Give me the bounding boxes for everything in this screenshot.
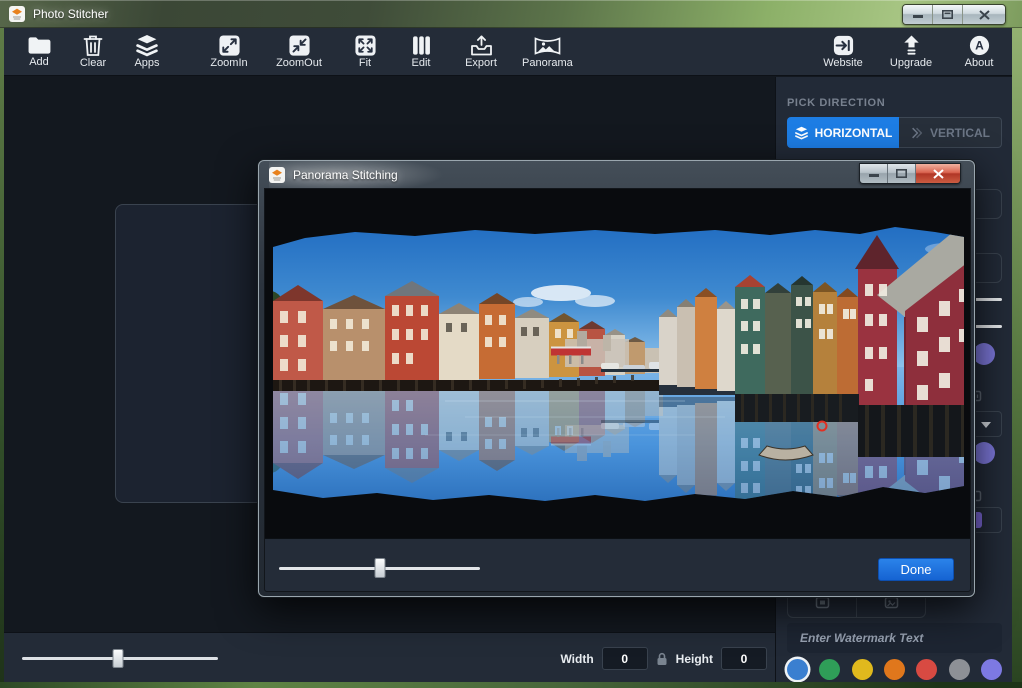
toolbar-right-group: Website Upgrade A About	[820, 29, 1002, 75]
toolbar-label: About	[965, 58, 994, 69]
color-swatch-red[interactable]	[916, 659, 937, 680]
main-toolbar: Add Clear Apps ZoomIn ZoomOut Fit Edit	[4, 28, 1012, 76]
zoom-in-icon	[218, 34, 241, 57]
color-swatch-purple[interactable]	[981, 659, 1002, 680]
toolbar-button-edit[interactable]: Edit	[398, 29, 444, 75]
dialog-title: Panorama Stitching	[293, 168, 398, 182]
dialog-bottom-bar: Done	[265, 538, 971, 592]
toolbar-button-upgrade[interactable]: Upgrade	[888, 29, 934, 75]
main-window-controls	[902, 4, 1006, 25]
toolbar-label: Clear	[80, 58, 106, 69]
layers-icon	[794, 126, 809, 140]
color-swatch-blue[interactable]	[787, 659, 808, 680]
toolbar-label: Edit	[412, 58, 431, 69]
dimensions-group: Width Height	[560, 647, 767, 670]
toolbar-button-add[interactable]: Add	[16, 29, 62, 75]
vertical-button[interactable]: VERTICAL	[899, 117, 1002, 148]
fit-screen-icon	[354, 34, 377, 57]
toolbar-label: Fit	[359, 58, 371, 69]
toolbar-label: Add	[29, 57, 49, 68]
dialog-minimize-button[interactable]	[860, 164, 888, 183]
chevrons-right-icon	[910, 126, 924, 140]
trash-icon	[82, 34, 104, 57]
layers-icon	[134, 34, 160, 57]
toolbar-label: Upgrade	[890, 58, 932, 69]
main-titlebar[interactable]: Photo Stitcher	[0, 0, 1022, 28]
horizontal-label: HORIZONTAL	[815, 126, 893, 140]
toolbar-label: ZoomOut	[276, 58, 322, 69]
about-icon: A	[968, 34, 991, 57]
toolbar-button-export[interactable]: Export	[458, 29, 504, 75]
minimize-button[interactable]	[903, 5, 933, 24]
panorama-image	[265, 189, 971, 538]
export-icon	[469, 34, 494, 57]
dialog-maximize-button[interactable]	[888, 164, 916, 183]
preview-zoom-slider[interactable]	[279, 558, 480, 578]
photo-stitcher-window: Photo Stitcher Add Clear Apps ZoomIn Zoo…	[0, 0, 1022, 688]
pick-direction-label: PICK DIRECTION	[787, 97, 885, 109]
direction-toggle: HORIZONTAL VERTICAL	[787, 117, 1002, 148]
width-input[interactable]	[602, 647, 648, 670]
color-swatch-yellow[interactable]	[852, 659, 873, 680]
upload-arrow-icon	[900, 34, 923, 57]
toolbar-button-fit[interactable]: Fit	[342, 29, 388, 75]
vertical-label: VERTICAL	[930, 126, 990, 140]
dialog-close-button[interactable]	[916, 164, 960, 183]
panorama-stitching-dialog: Panorama Stitching	[258, 160, 975, 597]
toolbar-button-about[interactable]: A About	[956, 29, 1002, 75]
color-preview-dot[interactable]	[973, 343, 995, 365]
folder-icon	[27, 35, 52, 56]
canvas-zoom-slider[interactable]	[22, 649, 218, 668]
toolbar-label: Panorama	[522, 58, 573, 69]
color-swatch-orange[interactable]	[884, 659, 905, 680]
done-button[interactable]: Done	[878, 558, 954, 581]
dialog-titlebar[interactable]: Panorama Stitching	[259, 161, 974, 188]
app-logo-icon	[269, 167, 285, 183]
dialog-window-controls	[859, 163, 961, 184]
maximize-button[interactable]	[933, 5, 963, 24]
width-label: Width	[560, 652, 593, 666]
window-frame-bottom	[0, 682, 1022, 688]
toolbar-label: Website	[823, 58, 863, 69]
color-preview-dot[interactable]	[973, 442, 995, 464]
chevron-down-icon	[981, 422, 991, 428]
app-logo-icon	[9, 6, 25, 22]
toolbar-label: ZoomIn	[210, 58, 247, 69]
height-label: Height	[676, 652, 713, 666]
height-input[interactable]	[721, 647, 767, 670]
main-bottom-bar: Width Height	[4, 632, 775, 682]
columns-icon	[410, 34, 433, 57]
toolbar-label: Apps	[134, 58, 159, 69]
zoom-out-icon	[288, 34, 311, 57]
toolbar-button-apps[interactable]: Apps	[124, 29, 170, 75]
toolbar-button-clear[interactable]: Clear	[70, 29, 116, 75]
dialog-body: Done	[264, 188, 971, 592]
toolbar-button-zoomin[interactable]: ZoomIn	[206, 29, 252, 75]
panorama-preview	[265, 189, 971, 538]
slider-thumb[interactable]	[374, 558, 385, 578]
image-watermark-icon	[884, 596, 899, 609]
window-title: Photo Stitcher	[33, 7, 108, 21]
lock-icon[interactable]	[656, 652, 668, 666]
horizontal-button[interactable]: HORIZONTAL	[787, 117, 899, 148]
color-swatch-gray[interactable]	[949, 659, 970, 680]
watermark-color-row	[787, 658, 1002, 680]
color-swatch-green[interactable]	[819, 659, 840, 680]
window-frame-left	[0, 28, 4, 682]
panorama-icon	[534, 35, 561, 57]
toolbar-button-website[interactable]: Website	[820, 29, 866, 75]
close-button[interactable]	[963, 5, 1005, 24]
toolbar-label: Export	[465, 58, 497, 69]
external-link-icon	[832, 34, 855, 57]
watermark-text-input[interactable]	[787, 623, 1002, 653]
toolbar-button-panorama[interactable]: Panorama	[522, 29, 573, 75]
text-watermark-icon	[815, 596, 830, 609]
window-frame-right	[1012, 28, 1022, 682]
toolbar-button-zoomout[interactable]: ZoomOut	[276, 29, 322, 75]
slider-thumb[interactable]	[113, 649, 124, 668]
svg-text:A: A	[975, 39, 984, 53]
